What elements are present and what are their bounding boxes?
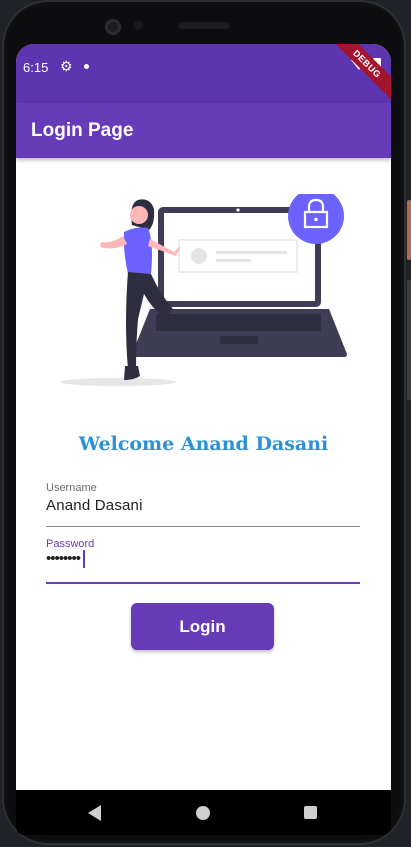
username-field[interactable]: Username Anand Dasani	[46, 482, 360, 527]
page-title: Login Page	[31, 120, 134, 141]
status-bar: 6:15 ⚙ DEBUG	[16, 44, 391, 104]
debug-banner: DEBUG	[327, 44, 391, 104]
front-camera	[105, 19, 121, 35]
password-underline	[46, 582, 360, 584]
login-button[interactable]: Login	[131, 603, 274, 650]
password-dots: ••••••••	[46, 550, 81, 567]
back-icon[interactable]	[88, 805, 101, 821]
username-underline	[46, 526, 360, 527]
side-button-power	[407, 200, 411, 260]
earpiece-speaker	[178, 22, 230, 29]
text-cursor	[83, 550, 86, 569]
home-icon[interactable]	[196, 806, 210, 820]
gear-icon: ⚙	[60, 58, 73, 74]
app-bar: Login Page	[16, 103, 391, 158]
welcome-heading: Welcome Anand Dasani	[78, 433, 329, 455]
username-input[interactable]: Anand Dasani	[46, 497, 360, 514]
app-screen: 6:15 ⚙ DEBUG Login Page Welcome Anand Da…	[16, 44, 391, 790]
password-field[interactable]: Password ••••••••	[46, 538, 360, 584]
username-label: Username	[46, 482, 97, 494]
notification-dot-icon	[84, 64, 89, 69]
system-nav-bar	[16, 790, 391, 835]
sensor	[133, 20, 143, 30]
status-time: 6:15	[23, 60, 49, 75]
login-illustration	[60, 194, 347, 386]
side-button-volume	[407, 280, 411, 400]
password-label: Password	[46, 538, 95, 550]
recents-icon[interactable]	[304, 806, 317, 819]
password-input[interactable]: ••••••••	[46, 550, 360, 569]
